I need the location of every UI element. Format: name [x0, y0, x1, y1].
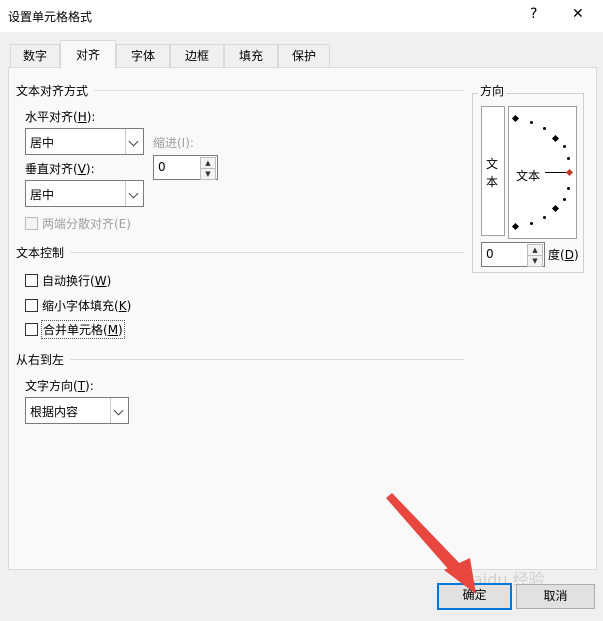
vertical-align-value: 居中	[30, 188, 55, 202]
text-control-heading: 文本控制	[16, 246, 65, 260]
tab-border[interactable]: 边框	[170, 44, 224, 67]
tab-alignment[interactable]: 对齐	[60, 40, 116, 69]
vertical-align-label: 垂直对齐(V):	[25, 162, 95, 176]
text-direction-select[interactable]: 根据内容	[25, 397, 129, 424]
text-alignment-divider	[94, 90, 464, 91]
distributed-label: 两端分散对齐(E)	[42, 217, 131, 231]
chevron-down-icon[interactable]	[125, 181, 143, 206]
indent-label: 缩进(I):	[153, 136, 194, 150]
dial-needle	[545, 172, 567, 173]
tab-number[interactable]: 数字	[10, 44, 60, 67]
dial-dot	[567, 187, 570, 190]
vertical-text-label: 文本	[486, 157, 499, 189]
spin-down-icon[interactable]: ▼	[527, 255, 543, 267]
dial-dot	[530, 121, 533, 124]
title-bar: 设置单元格格式 ? ✕	[0, 0, 603, 32]
merge-cells-label: 合并单元格(M)	[41, 320, 125, 339]
indent-spinner[interactable]: 0 ▲ ▼	[153, 155, 218, 180]
distributed-checkbox[interactable]	[25, 217, 38, 230]
horizontal-align-value: 居中	[30, 136, 55, 150]
degree-spinner[interactable]: 0 ▲ ▼	[481, 242, 545, 267]
vertical-align-select[interactable]: 居中	[25, 180, 144, 207]
shrink-to-fit-checkbox[interactable]	[25, 299, 38, 312]
tab-protection[interactable]: 保护	[278, 44, 330, 67]
wrap-text-label: 自动换行(W)	[42, 274, 112, 288]
text-direction-value: 根据内容	[30, 405, 79, 419]
close-button[interactable]: ✕	[572, 6, 584, 22]
dial-dot	[563, 198, 566, 201]
help-button[interactable]: ?	[530, 6, 537, 22]
annotation-arrow-icon	[386, 493, 476, 594]
cancel-button[interactable]: 取消	[516, 584, 595, 609]
text-control-divider	[70, 252, 464, 253]
text-direction-label: 文字方向(T):	[25, 379, 94, 393]
rtl-divider	[70, 359, 464, 360]
dial-dot	[543, 127, 546, 130]
dial-text-label: 文本	[516, 169, 541, 183]
tab-fill[interactable]: 填充	[224, 44, 278, 67]
chevron-down-icon[interactable]	[125, 129, 143, 154]
rtl-heading: 从右到左	[16, 353, 65, 367]
orientation-heading: 方向	[478, 82, 507, 99]
degree-value: 0	[486, 247, 494, 261]
indent-value: 0	[158, 160, 166, 174]
tab-font[interactable]: 字体	[116, 44, 170, 67]
spin-down-icon[interactable]: ▼	[200, 168, 216, 180]
degree-label: 度(D)	[548, 248, 579, 262]
text-alignment-heading: 文本对齐方式	[16, 84, 89, 98]
dial-dot	[543, 216, 546, 219]
dial-dot	[563, 145, 566, 148]
chevron-down-icon[interactable]	[110, 398, 128, 423]
dial-dot	[530, 222, 533, 225]
merge-cells-checkbox[interactable]	[25, 323, 38, 336]
horizontal-align-label: 水平对齐(H):	[25, 110, 96, 124]
dial-dot	[567, 157, 570, 160]
dialog-title: 设置单元格格式	[8, 10, 93, 24]
wrap-text-checkbox[interactable]	[25, 274, 38, 287]
shrink-to-fit-label: 缩小字体填充(K)	[42, 299, 132, 313]
horizontal-align-select[interactable]: 居中	[25, 128, 144, 155]
